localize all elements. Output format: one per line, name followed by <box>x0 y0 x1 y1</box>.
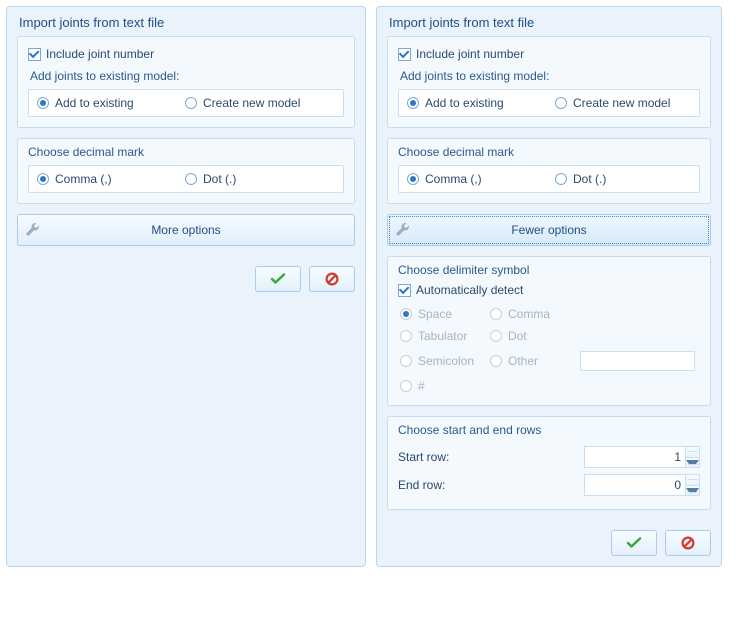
spin-down-icon[interactable] <box>686 458 699 468</box>
radio-create-label: Create new model <box>573 96 670 110</box>
other-delimiter-input <box>580 351 695 371</box>
spin-up-icon[interactable] <box>686 447 699 458</box>
radio-dot-icon <box>185 173 197 185</box>
radio-dot-icon <box>555 173 567 185</box>
add-joints-options: Add to existing Create new model <box>28 89 344 117</box>
include-joint-number-checkbox[interactable] <box>398 48 411 61</box>
delimiter-legend: Choose delimiter symbol <box>398 263 700 277</box>
include-joint-number-checkbox[interactable] <box>28 48 41 61</box>
include-joint-number-label: Include joint number <box>416 47 524 61</box>
joints-group: Include joint number Add joints to exist… <box>387 36 711 128</box>
decimal-group: Choose decimal mark Comma (,) Dot (.) <box>387 138 711 204</box>
ok-button[interactable] <box>611 530 657 556</box>
radio-add-to-existing[interactable]: Add to existing <box>37 96 157 110</box>
radio-dot-icon <box>185 97 197 109</box>
radio-comma-label: Comma (,) <box>55 172 112 186</box>
decimal-legend: Choose decimal mark <box>28 145 344 159</box>
radio-add-label: Add to existing <box>425 96 504 110</box>
radio-comma[interactable]: Comma (,) <box>37 172 157 186</box>
radio-hash: # <box>400 379 490 393</box>
import-panel-collapsed: Import joints from text file Include joi… <box>6 6 366 567</box>
radio-create-new-model[interactable]: Create new model <box>555 96 675 110</box>
spin-down-icon[interactable] <box>686 486 699 496</box>
radio-dotmark[interactable]: Dot (.) <box>555 172 675 186</box>
cancel-icon <box>681 536 695 550</box>
panel-title: Import joints from text file <box>17 9 355 36</box>
decimal-options: Comma (,) Dot (.) <box>398 165 700 193</box>
spin-up-icon[interactable] <box>686 475 699 486</box>
fewer-options-label: Fewer options <box>511 223 586 237</box>
radio-create-new-model[interactable]: Create new model <box>185 96 305 110</box>
radio-tabulator: Tabulator <box>400 329 490 343</box>
radio-dot-icon <box>37 97 49 109</box>
cancel-icon <box>325 272 339 286</box>
radio-create-label: Create new model <box>203 96 300 110</box>
end-row-spinner[interactable] <box>584 474 700 496</box>
radio-semicolon: Semicolon <box>400 354 490 368</box>
radio-add-to-existing[interactable]: Add to existing <box>407 96 527 110</box>
radio-comma[interactable]: Comma (,) <box>407 172 527 186</box>
wrench-icon <box>394 221 412 239</box>
radio-dot-label: Dot (.) <box>573 172 606 186</box>
decimal-group: Choose decimal mark Comma (,) Dot (.) <box>17 138 355 204</box>
radio-comma-label: Comma (,) <box>425 172 482 186</box>
dialog-footer <box>17 256 355 292</box>
add-joints-options: Add to existing Create new model <box>398 89 700 117</box>
decimal-options: Comma (,) Dot (.) <box>28 165 344 193</box>
ok-icon <box>270 273 286 285</box>
delimiter-options: Space Comma Tabulator Dot Semicolon Othe… <box>398 301 700 395</box>
start-row-spinner[interactable] <box>584 446 700 468</box>
add-joints-label: Add joints to existing model: <box>30 69 344 83</box>
import-panel-expanded: Import joints from text file Include joi… <box>376 6 722 567</box>
radio-dot-label: Dot (.) <box>203 172 236 186</box>
end-row-label: End row: <box>398 478 445 492</box>
start-row-input[interactable] <box>585 447 685 467</box>
include-joint-number-label: Include joint number <box>46 47 154 61</box>
radio-dotmark[interactable]: Dot (.) <box>185 172 305 186</box>
joints-group: Include joint number Add joints to exist… <box>17 36 355 128</box>
radio-dot-icon <box>37 173 49 185</box>
radio-dot-icon <box>555 97 567 109</box>
add-joints-label: Add joints to existing model: <box>400 69 700 83</box>
auto-detect-label: Automatically detect <box>416 283 523 297</box>
more-options-label: More options <box>151 223 220 237</box>
end-row-input[interactable] <box>585 475 685 495</box>
cancel-button[interactable] <box>665 530 711 556</box>
panel-title: Import joints from text file <box>387 9 711 36</box>
radio-dot-icon <box>407 97 419 109</box>
radio-add-label: Add to existing <box>55 96 134 110</box>
rows-group: Choose start and end rows Start row: End… <box>387 416 711 510</box>
start-row-label: Start row: <box>398 450 449 464</box>
wrench-icon <box>24 221 42 239</box>
radio-other: Other <box>490 354 580 368</box>
rows-legend: Choose start and end rows <box>398 423 700 437</box>
dialog-footer <box>387 520 711 556</box>
ok-button[interactable] <box>255 266 301 292</box>
fewer-options-button[interactable]: Fewer options <box>387 214 711 246</box>
radio-comma-delim: Comma <box>490 307 580 321</box>
ok-icon <box>626 537 642 549</box>
radio-dot-icon <box>407 173 419 185</box>
cancel-button[interactable] <box>309 266 355 292</box>
radio-dot-delim: Dot <box>490 329 580 343</box>
radio-space: Space <box>400 307 490 321</box>
more-options-button[interactable]: More options <box>17 214 355 246</box>
decimal-legend: Choose decimal mark <box>398 145 700 159</box>
auto-detect-checkbox[interactable] <box>398 284 411 297</box>
delimiter-group: Choose delimiter symbol Automatically de… <box>387 256 711 406</box>
